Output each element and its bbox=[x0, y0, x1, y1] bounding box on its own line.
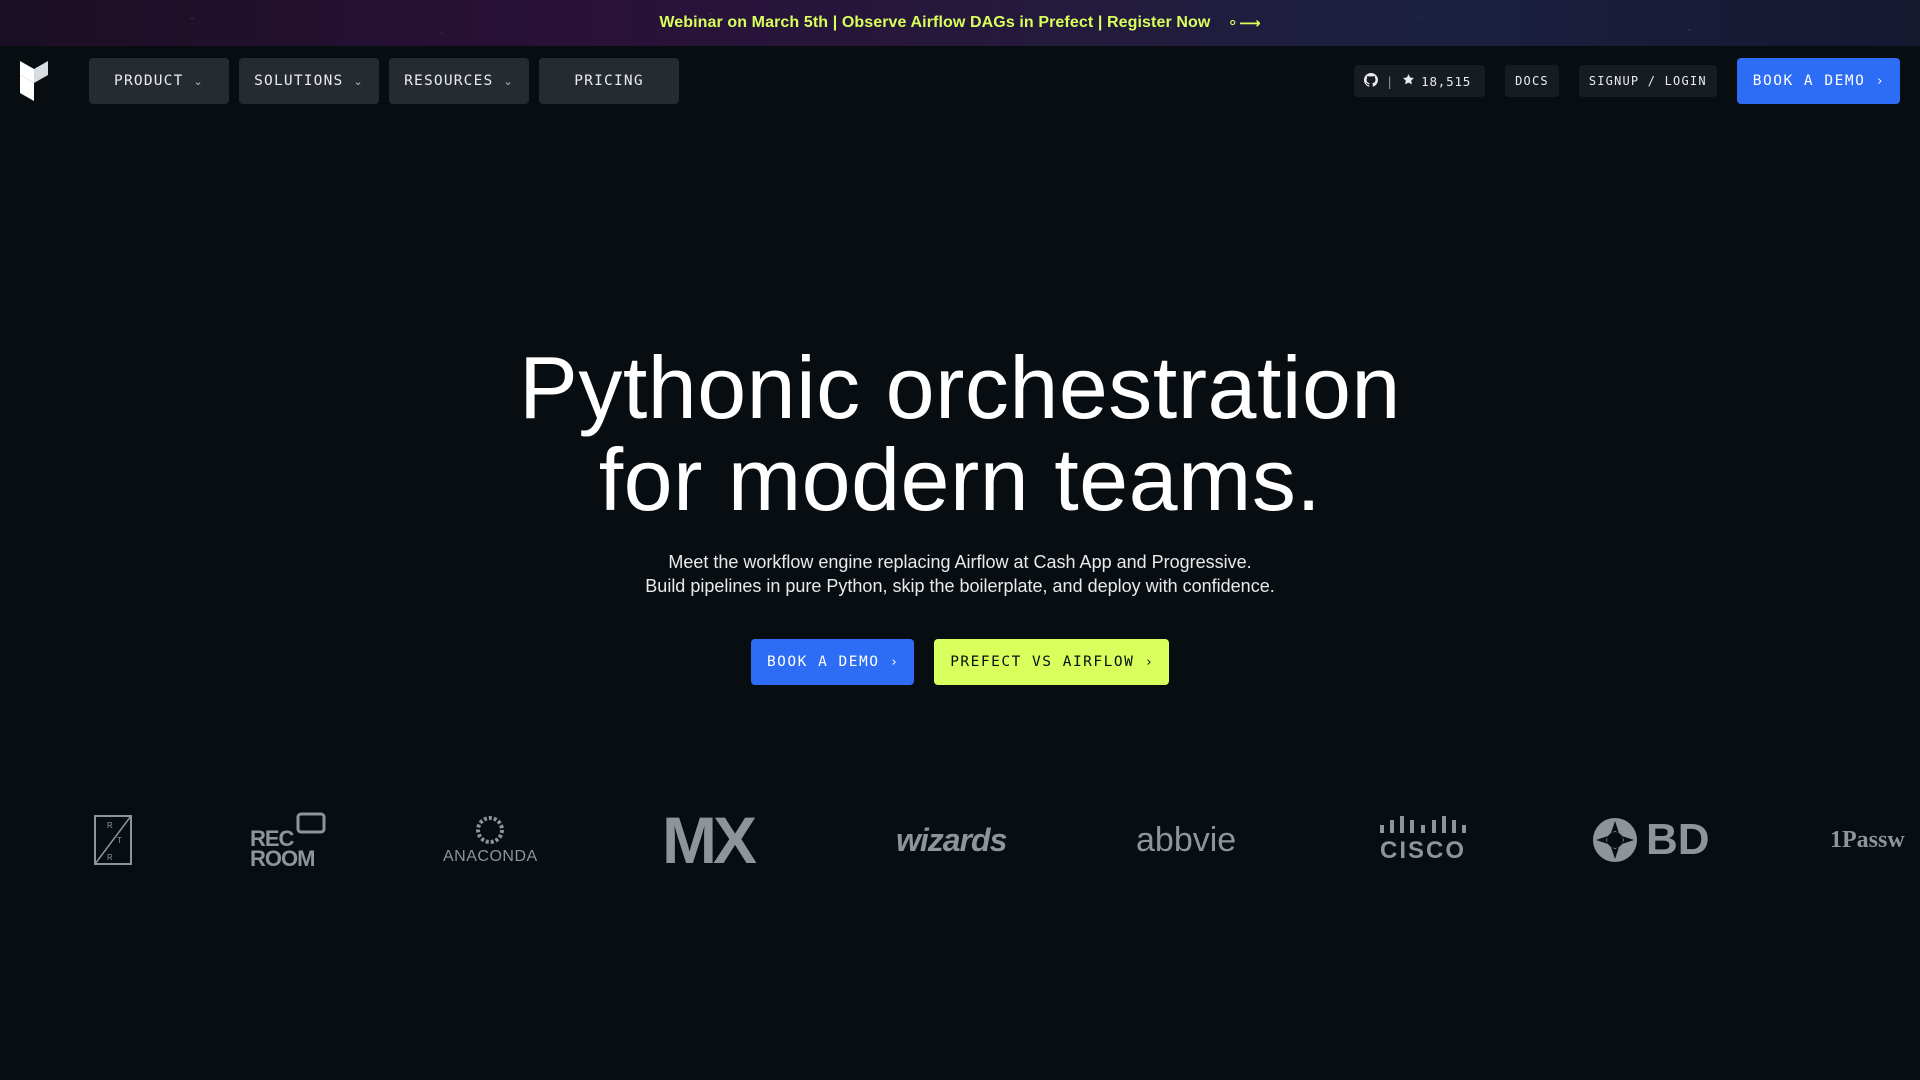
star-icon bbox=[1402, 73, 1415, 89]
github-star-count: 18,515 bbox=[1421, 73, 1472, 89]
abbvie-wordmark: abbvie bbox=[1136, 820, 1237, 859]
hero-subtitle: Meet the workflow engine replacing Airfl… bbox=[0, 550, 1920, 598]
rtr-letter-r1: R bbox=[107, 821, 113, 830]
nav-resources-label: RESOURCES bbox=[404, 73, 494, 89]
github-separator: | bbox=[1385, 73, 1395, 89]
nav-pricing-label: PRICING bbox=[574, 73, 644, 89]
cisco-wordmark: CISCO bbox=[1379, 837, 1466, 864]
rtr-letter-r2: R bbox=[107, 853, 113, 862]
hero-subtitle-line-1: Meet the workflow engine replacing Airfl… bbox=[668, 552, 1252, 572]
nav-book-demo-button[interactable]: BOOK A DEMO › bbox=[1736, 58, 1900, 104]
hero-subtitle-line-2: Build pipelines in pure Python, skip the… bbox=[645, 576, 1275, 596]
chevron-down-icon: ⌄ bbox=[503, 74, 514, 88]
announcement-banner: Webinar on March 5th | Observe Airflow D… bbox=[0, 0, 1920, 46]
nav-actions: | 18,515 DOCS SIGNUP / LOGIN BOOK A DEMO… bbox=[1353, 58, 1900, 104]
abbvie-logo: abbvie bbox=[1136, 800, 1236, 880]
nav-product-label: PRODUCT bbox=[114, 73, 184, 89]
github-stars-button[interactable]: | 18,515 bbox=[1353, 65, 1486, 97]
rtr-logo: R T R bbox=[93, 800, 133, 880]
1password-wordmark: 1Passw bbox=[1830, 826, 1905, 853]
prefect-vs-airflow-button[interactable]: PREFECT VS AIRFLOW › bbox=[934, 639, 1170, 685]
bd-emblem-icon bbox=[1593, 818, 1637, 862]
wizards-wordmark: wizards bbox=[896, 821, 1007, 858]
rec-room-logo: REC ROOM bbox=[250, 800, 326, 880]
docs-button[interactable]: DOCS bbox=[1505, 65, 1559, 97]
anaconda-logo: ANACONDA bbox=[443, 800, 538, 880]
bd-wordmark: BD bbox=[1646, 815, 1710, 864]
cisco-logo: CISCO bbox=[1378, 800, 1468, 880]
nav-pricing-button[interactable]: PRICING bbox=[539, 58, 679, 104]
signup-login-label: SIGNUP / LOGIN bbox=[1588, 74, 1707, 88]
hero-title: Pythonic orchestration for modern teams. bbox=[0, 342, 1920, 526]
chevron-right-icon: › bbox=[891, 654, 899, 670]
cisco-bars-icon bbox=[1380, 816, 1466, 833]
mx-wordmark: MX bbox=[662, 803, 757, 877]
nav-solutions-label: SOLUTIONS bbox=[254, 73, 344, 89]
wizards-logo: wizards bbox=[896, 800, 1007, 880]
prefect-vs-airflow-label: PREFECT VS AIRFLOW bbox=[950, 654, 1135, 670]
webinar-banner-link[interactable]: Webinar on March 5th | Observe Airflow D… bbox=[659, 14, 1260, 32]
chevron-down-icon: ⌄ bbox=[353, 74, 364, 88]
hero-book-demo-button[interactable]: BOOK A DEMO › bbox=[750, 639, 915, 685]
signup-login-button[interactable]: SIGNUP / LOGIN bbox=[1578, 65, 1717, 97]
github-icon bbox=[1363, 72, 1378, 90]
customer-logos-strip: R T R REC ROOM ANACONDA MX wizards abbvi… bbox=[0, 800, 1920, 880]
nav-book-demo-label: BOOK A DEMO bbox=[1752, 73, 1866, 89]
nav-menu: PRODUCT ⌄ SOLUTIONS ⌄ RESOURCES ⌄ PRICIN… bbox=[89, 58, 679, 104]
hero-book-demo-label: BOOK A DEMO bbox=[766, 654, 880, 670]
docs-label: DOCS bbox=[1515, 74, 1549, 88]
nav-resources-button[interactable]: RESOURCES ⌄ bbox=[389, 58, 529, 104]
anaconda-wordmark: ANACONDA bbox=[443, 848, 538, 865]
hero-cta-row: BOOK A DEMO › PREFECT VS AIRFLOW › bbox=[0, 639, 1920, 685]
nav-product-button[interactable]: PRODUCT ⌄ bbox=[89, 58, 229, 104]
anaconda-ring-icon bbox=[476, 816, 505, 844]
svg-text:ROOM: ROOM bbox=[250, 846, 314, 868]
nav-solutions-button[interactable]: SOLUTIONS ⌄ bbox=[239, 58, 379, 104]
rtr-letter-t: T bbox=[117, 836, 122, 845]
hero-title-line-1: Pythonic orchestration bbox=[519, 338, 1401, 437]
prefect-logo-icon[interactable] bbox=[18, 59, 50, 103]
1password-logo: 1Passw bbox=[1830, 800, 1905, 880]
top-navigation: PRODUCT ⌄ SOLUTIONS ⌄ RESOURCES ⌄ PRICIN… bbox=[0, 46, 1920, 116]
bd-logo: BD bbox=[1592, 800, 1710, 880]
chevron-right-icon: › bbox=[1877, 73, 1884, 89]
arrow-right-icon: ⚬⟶ bbox=[1226, 14, 1261, 32]
chevron-down-icon: ⌄ bbox=[193, 74, 204, 88]
chevron-right-icon: › bbox=[1146, 654, 1154, 670]
banner-text: Webinar on March 5th | Observe Airflow D… bbox=[659, 14, 1211, 31]
hero-title-line-2: for modern teams. bbox=[598, 430, 1322, 529]
mx-logo: MX bbox=[662, 800, 757, 880]
